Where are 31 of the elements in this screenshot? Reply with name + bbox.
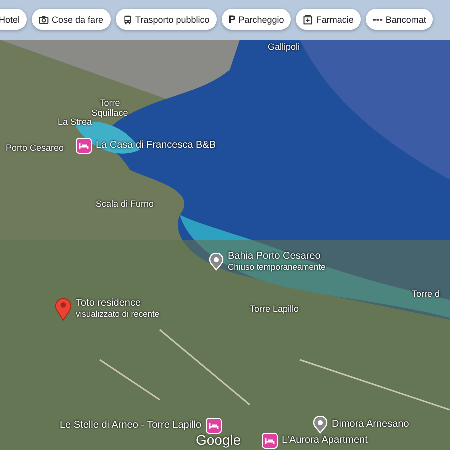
category-chip[interactable]: Trasporto pubblico (116, 9, 217, 30)
category-chip[interactable]: Hotel (0, 9, 28, 30)
place-name: Toto residence (76, 299, 142, 310)
category-chip[interactable]: P Parcheggio (222, 9, 292, 30)
place-label: Torre Lapillo (250, 304, 300, 314)
place-name: L'Aurora Apartment (282, 436, 368, 446)
place-name: Le Stelle di Arneo - Torre Lapillo (60, 420, 202, 432)
place-status: visualizzato di recente (76, 310, 160, 319)
place-name: Bahia Porto Cesareo (228, 252, 322, 262)
location-marker-icon (55, 297, 72, 321)
category-chip[interactable]: Bancomat (366, 9, 434, 30)
bus-icon (122, 14, 133, 24)
place-label: Scala di Furno (96, 199, 154, 209)
pharmacy-icon (303, 14, 314, 24)
place-label: Gallipoli (268, 42, 300, 52)
place-name: La Casa di Francesca B&B (96, 140, 216, 152)
place-status: Chiuso temporaneamente (228, 262, 326, 272)
place-label: Torre Squillace (90, 98, 130, 118)
hotel-bed-icon (262, 433, 278, 449)
hotel-bed-icon (76, 138, 92, 154)
parking-icon: P (228, 14, 236, 26)
map-pin-icon (313, 416, 328, 434)
category-chip[interactable]: Cose da fare (32, 9, 111, 30)
place-name: Dimora Arnesano (332, 420, 410, 430)
hotel-bed-icon (206, 418, 222, 434)
place-label: Porto Cesareo (6, 143, 64, 153)
place-label: Torre d (412, 289, 440, 299)
map-pin-icon (209, 252, 224, 271)
category-chip[interactable]: Farmacie (296, 9, 361, 30)
attribution-logo: Google (196, 432, 242, 448)
camera-icon (39, 14, 50, 24)
